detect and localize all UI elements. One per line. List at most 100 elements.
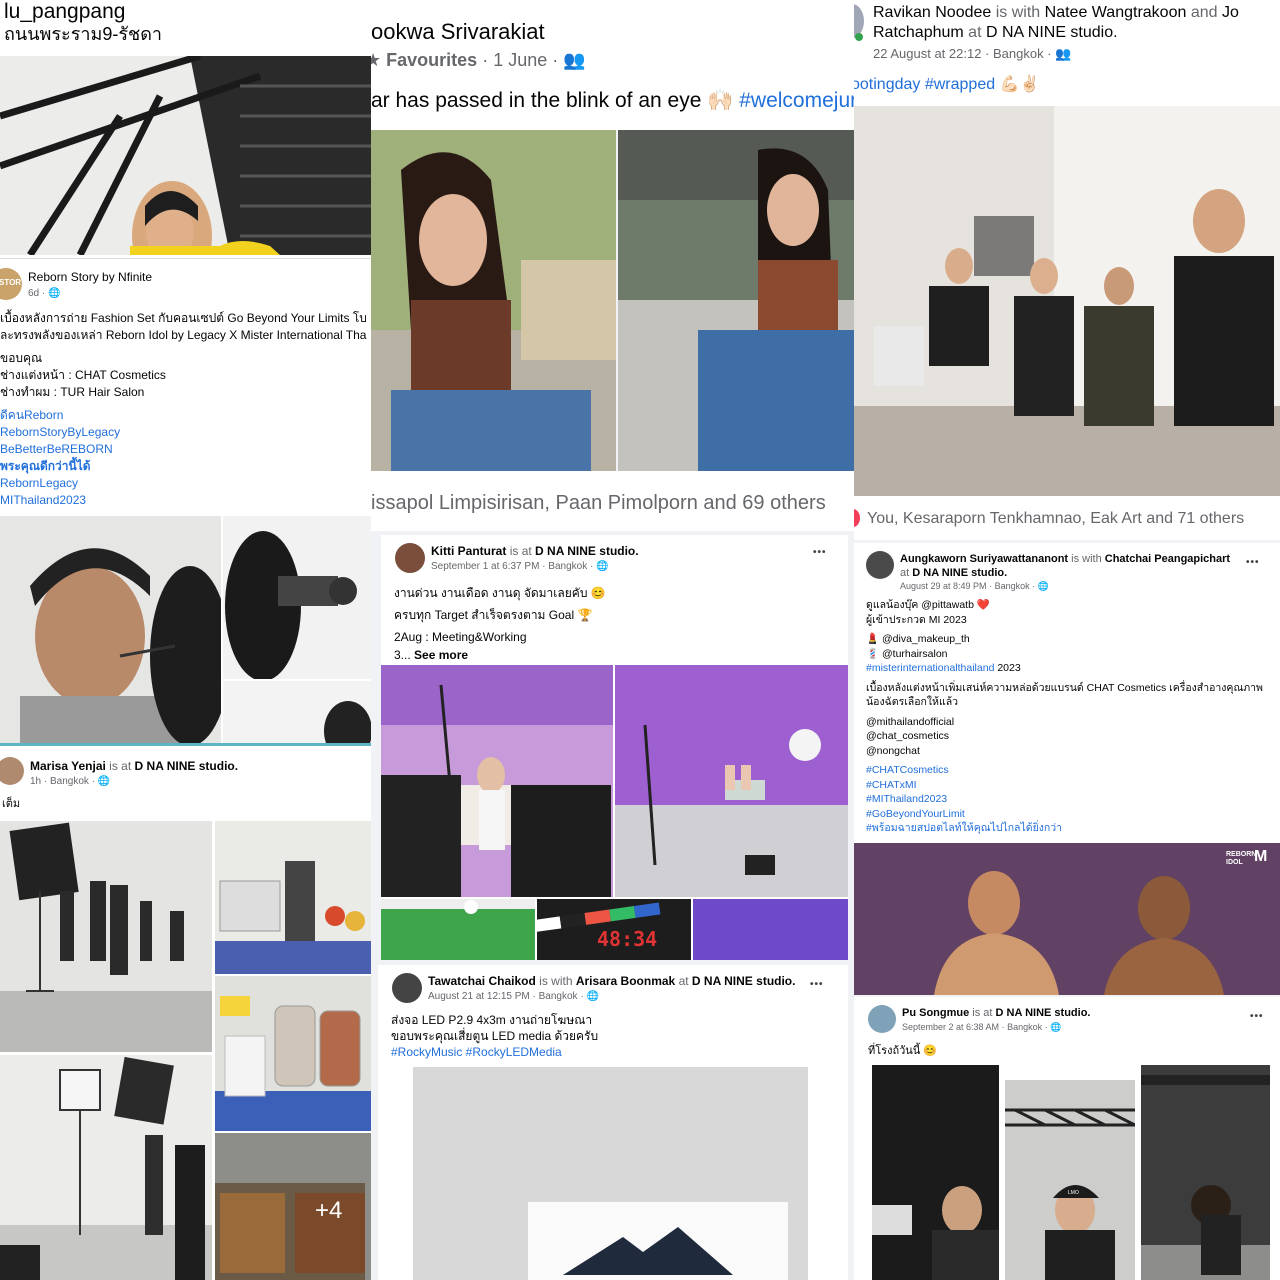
post-menu-button[interactable]: ••• (810, 979, 824, 990)
post-header: Marisa Yenjai is at D NA NINE studio. (30, 759, 238, 774)
post-place[interactable]: D NA NINE studio. (535, 544, 639, 558)
post-line: เบื้องหลังการถ่าย Fashion Set กับคอนเซปต… (0, 311, 367, 325)
post-photo-shoot-2[interactable] (615, 665, 848, 897)
post-with-name[interactable]: Natee Wangtrakoon (1045, 4, 1187, 21)
profile-username[interactable]: lu_pangpang (4, 0, 125, 24)
reactions-bar[interactable]: issapol Limpisirisan, Paan Pimolporn and… (371, 471, 854, 531)
post-photo-clapper[interactable]: 48:34 (537, 899, 691, 960)
reactions-text[interactable]: You, Kesaraporn Tenkhamnao, Eak Art and … (867, 510, 1244, 528)
post-author[interactable]: Marisa Yenjai (30, 759, 106, 773)
hashtag-link[interactable]: #misterinternationalthailand (866, 662, 994, 674)
post-meta: 22 August at 22:12 · Bangkok · 👥 (873, 46, 1072, 61)
post-photo-side[interactable] (223, 681, 371, 743)
post-photo-woman-1[interactable] (371, 130, 616, 471)
hashtag-link[interactable]: RebornStoryByLegacy (0, 424, 371, 441)
post-at: at (900, 567, 910, 579)
post-body: เบื้องหลังการถ่าย Fashion Set กับคอนเซปต… (0, 310, 371, 509)
post-photo-led-screen[interactable] (413, 1067, 808, 1280)
hashtag-link[interactable]: ootingday #wrapped (854, 76, 995, 93)
reactions-bar[interactable]: You, Kesaraporn Tenkhamnao, Eak Art and … (854, 496, 1280, 540)
post-photo-shoot-1[interactable] (381, 665, 613, 897)
cap-text: LMO (1068, 1190, 1079, 1196)
post-photo-group[interactable] (854, 106, 1280, 496)
post-time[interactable]: September 1 at 6:37 PM (431, 561, 539, 572)
hashtag-link[interactable]: #CHATCosmetics (866, 763, 1276, 778)
post-author[interactable]: Pu Songmue (902, 1007, 969, 1019)
post-author[interactable]: Tawatchai Chaikod (428, 974, 536, 988)
post-time[interactable]: 22 August at 22:12 (873, 46, 981, 61)
post-menu-button[interactable]: ••• (1250, 1011, 1264, 1022)
post-photo-backstage-2[interactable]: LMO (1005, 1080, 1135, 1280)
mention-link[interactable]: @diva_makeup_th (882, 633, 970, 645)
food-photo-art (215, 1133, 371, 1280)
post-author[interactable]: Reborn Story by Nfinite (28, 270, 152, 285)
post-menu-button[interactable]: ••• (1246, 557, 1260, 568)
post-photo-green[interactable] (381, 899, 535, 960)
shoot2-photo-art (615, 665, 848, 897)
post-photo-coffee[interactable] (215, 821, 371, 974)
avatar[interactable] (868, 1005, 896, 1033)
friends-icon: 👥 (563, 50, 586, 70)
hashtag-link[interactable]: RebornLegacy (0, 475, 371, 492)
post-place[interactable]: D NA NINE studio. (996, 1007, 1091, 1019)
post-photo-studio2[interactable] (0, 1055, 212, 1280)
caption-text: ar has passed in the blink of an eye (371, 89, 702, 112)
avatar[interactable] (392, 973, 422, 1003)
post-photo-models[interactable]: REBORN IDOL M (854, 843, 1280, 995)
hashtag-link[interactable]: #CHATxMI (866, 778, 1276, 793)
post-photo-backstage-3[interactable] (1141, 1065, 1270, 1280)
mention-link[interactable]: @mithailandofficial (866, 715, 1276, 730)
mention-link[interactable]: @turhairsalon (882, 648, 948, 660)
post-author[interactable]: Kitti Panturat (431, 544, 506, 558)
post-photo-makeup[interactable] (0, 516, 221, 743)
post-photo-backstage-1[interactable] (872, 1065, 999, 1280)
post-place[interactable]: D NA NINE studio. (135, 759, 239, 773)
woman1-photo-art (371, 130, 616, 471)
hashtag-link[interactable]: #MIThailand2023 (866, 792, 1276, 807)
post-menu-button[interactable]: ••• (813, 547, 827, 558)
post-author[interactable]: Ravikan Noodee (873, 4, 991, 21)
more-photos-count[interactable]: +4 (315, 1197, 342, 1225)
hashtag-link[interactable]: MIThailand2023 (0, 492, 371, 509)
post-is-with: is with (539, 974, 573, 988)
post-date[interactable]: 1 June (493, 50, 547, 70)
post-time[interactable]: 6d (28, 288, 39, 299)
post-with-name[interactable]: Arisara Boonmak (576, 974, 675, 988)
post-photo-jars[interactable] (215, 976, 371, 1131)
post-place[interactable]: D NA NINE studio. (692, 974, 796, 988)
post-photo-stairs[interactable] (0, 56, 371, 255)
post-line-text: ดูแลน้องบุ๊ค @pittawatb (866, 599, 974, 611)
avatar[interactable] (395, 543, 425, 573)
reactions-text[interactable]: issapol Limpisirisan, Paan Pimolporn and… (371, 491, 826, 515)
hashtag-link[interactable]: #RockyMusic #RockyLEDMedia (391, 1044, 598, 1060)
mention-link[interactable]: @chat_cosmetics (866, 729, 1276, 744)
hashtag-link[interactable]: #welcomejune (739, 89, 854, 112)
hashtag-link[interactable]: #GoBeyondYourLimit (866, 807, 1276, 822)
post-time[interactable]: 1h (30, 776, 41, 787)
post-photo-studio[interactable] (0, 821, 212, 1052)
post-time[interactable]: August 29 at 8:49 PM (900, 581, 987, 591)
avatar[interactable] (0, 757, 24, 785)
hashtag-link[interactable]: #พร้อมฉายสปอตไลท์ให้คุณไปไกลได้ยิ่งกว่า (866, 821, 1276, 836)
hashtag-link[interactable]: BeBetterBeREBORN (0, 441, 371, 458)
avatar[interactable] (866, 551, 894, 579)
makeup-photo-art (0, 516, 221, 743)
favourites-label[interactable]: Favourites (386, 50, 477, 70)
hashtag-link[interactable]: พระคุณดีกว่านี้ได้ (0, 458, 371, 475)
post-photo-camera[interactable] (223, 516, 371, 679)
post-time[interactable]: September 2 at 6:38 AM (902, 1022, 999, 1032)
post-author[interactable]: Aungkaworn Suriyawattananont (900, 553, 1068, 565)
post-author-name[interactable]: ookwa Srivarakiat (371, 19, 545, 45)
post-place[interactable]: D NA NINE studio. (912, 567, 1007, 579)
post-place[interactable]: D NA NINE studio. (986, 24, 1118, 41)
post-photo-woman-2[interactable] (618, 130, 854, 471)
avatar[interactable]: STORY (0, 268, 22, 300)
post-time[interactable]: August 21 at 12:15 PM (428, 991, 530, 1002)
post-with-name[interactable]: Chatchai Peangapichart (1105, 553, 1230, 565)
post-photo-purple[interactable] (693, 899, 848, 960)
see-more-link[interactable]: See more (414, 648, 468, 662)
hashtag-link[interactable]: ดีคนReborn (0, 407, 371, 424)
profile-location[interactable]: ถนนพระราม9-รัชดา (4, 23, 162, 45)
post-photo-food[interactable]: +4 (215, 1133, 371, 1280)
mention-link[interactable]: @nongchat (866, 744, 1276, 759)
